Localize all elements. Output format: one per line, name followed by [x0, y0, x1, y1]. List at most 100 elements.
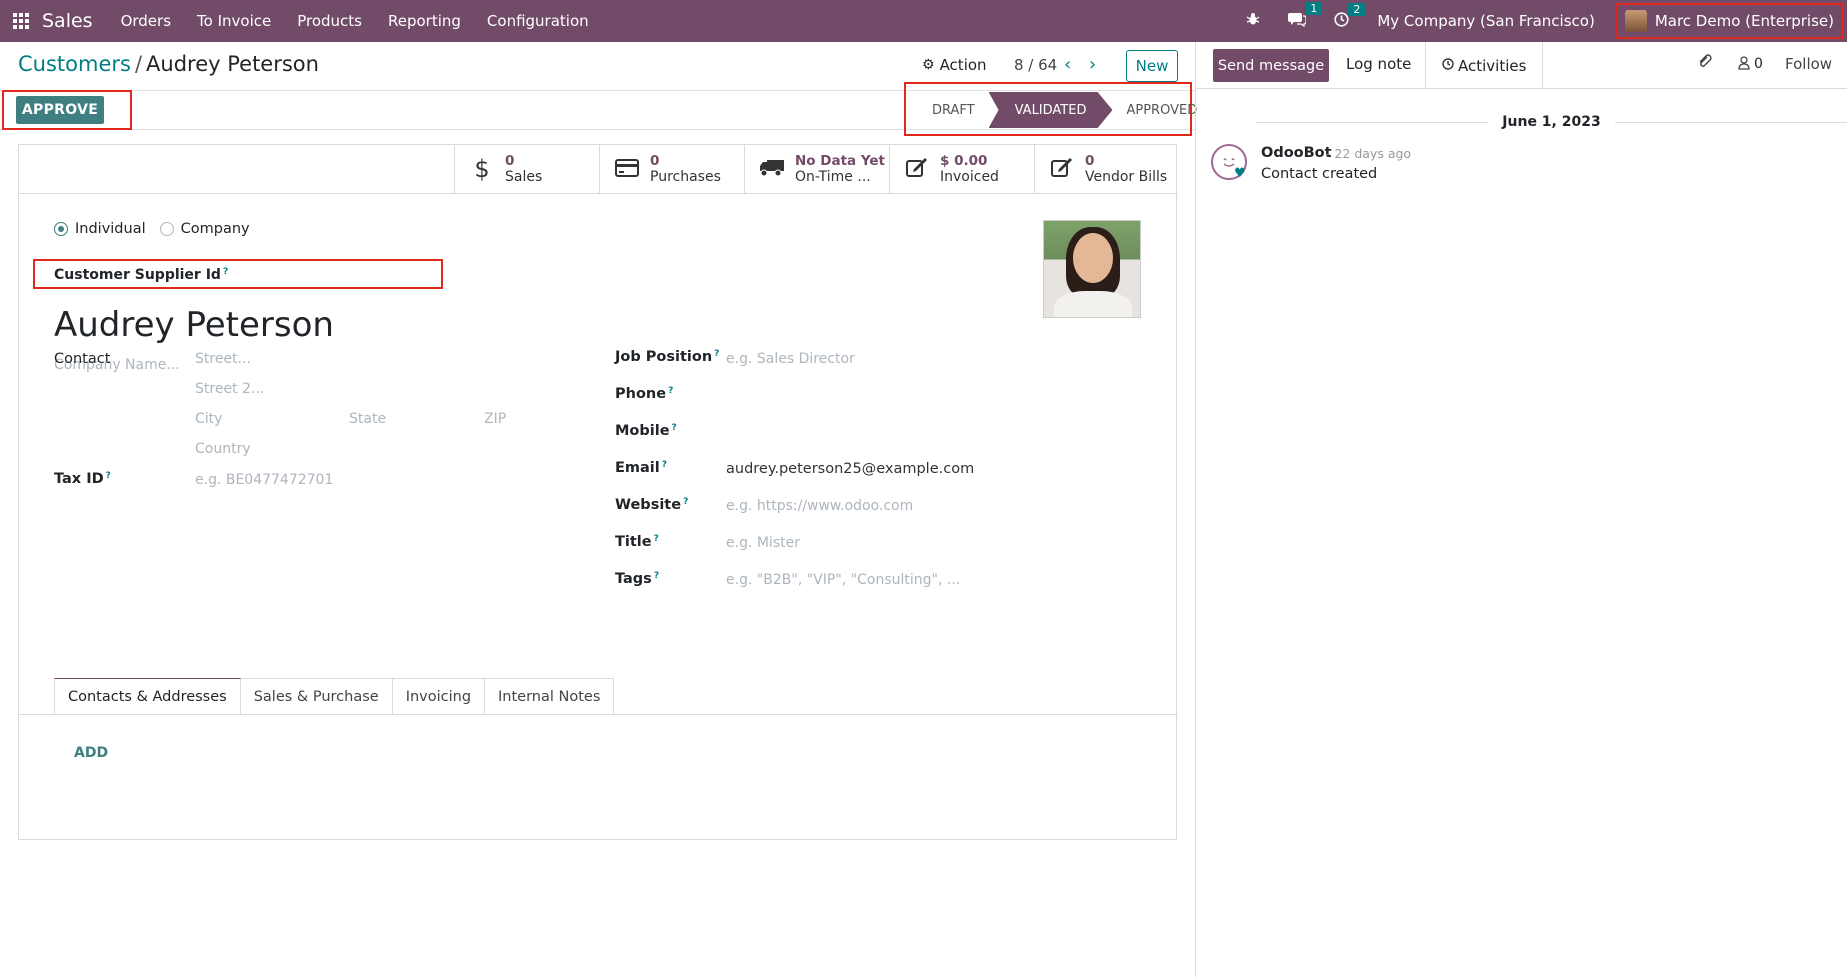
help-icon[interactable]: ?: [106, 471, 111, 481]
activities-badge: 2: [1348, 2, 1366, 16]
sales-label: Sales: [505, 169, 543, 185]
activities-button[interactable]: Activities: [1425, 42, 1544, 89]
city-input[interactable]: City: [195, 411, 222, 427]
on-time-value: No Data Yet: [795, 153, 885, 169]
heart-icon: ♥: [1234, 166, 1246, 181]
on-time-label: On-Time ...: [795, 169, 871, 185]
pager-value[interactable]: 8 / 64: [1014, 56, 1057, 74]
email-input[interactable]: audrey.peterson25@example.com: [726, 461, 974, 477]
message-time: - 22 days ago: [1326, 146, 1412, 161]
breadcrumb-current: Audrey Peterson: [146, 52, 319, 76]
gear-icon: ⚙: [922, 57, 935, 73]
add-contact-button[interactable]: ADD: [74, 745, 108, 761]
country-select[interactable]: Country: [195, 441, 251, 457]
help-icon[interactable]: ?: [662, 460, 667, 470]
dollar-icon: $: [474, 155, 490, 183]
form-sheet: $ 0 Sales 0 Purchases No Data Yet On-Tim…: [18, 144, 1179, 840]
menu-orders[interactable]: Orders: [121, 12, 171, 30]
invoiced-smart-button[interactable]: $ 0.00 Invoiced: [889, 145, 1034, 193]
activities-clock-icon[interactable]: 2: [1334, 2, 1366, 31]
radio-individual[interactable]: [54, 222, 68, 236]
radio-company[interactable]: [159, 222, 174, 236]
chevron-right-icon[interactable]: ›: [1089, 54, 1096, 75]
followers-count[interactable]: 0: [1754, 56, 1763, 72]
website-label: Website?: [615, 497, 688, 513]
app-brand[interactable]: Sales: [42, 10, 93, 32]
chevron-left-icon[interactable]: ‹: [1064, 54, 1071, 75]
date-separator: June 1, 2023: [1196, 114, 1847, 130]
tags-label: Tags?: [615, 571, 659, 587]
status-validated[interactable]: VALIDATED: [988, 92, 1113, 128]
purchases-smart-button[interactable]: 0 Purchases: [599, 145, 744, 193]
help-icon[interactable]: ?: [683, 497, 688, 507]
mobile-label: Mobile?: [615, 423, 677, 439]
menu-reporting[interactable]: Reporting: [388, 12, 461, 30]
partner-name-input[interactable]: Audrey Peterson: [54, 305, 334, 345]
help-icon[interactable]: ?: [654, 534, 659, 544]
tab-sales-purchase[interactable]: Sales & Purchase: [239, 678, 393, 714]
log-note-button[interactable]: Log note: [1346, 55, 1411, 73]
job-position-input[interactable]: e.g. Sales Director: [726, 351, 855, 367]
contact-photo[interactable]: [1043, 220, 1141, 318]
paperclip-icon[interactable]: [1697, 54, 1713, 74]
tabs-divider: [19, 714, 1178, 715]
chatter-topbar-divider: [1196, 88, 1847, 89]
sales-smart-button[interactable]: $ 0 Sales: [454, 145, 599, 193]
radio-individual-label[interactable]: Individual: [75, 221, 146, 237]
tab-internal-notes[interactable]: Internal Notes: [484, 678, 615, 714]
breadcrumb: Customers / Audrey Peterson: [18, 52, 319, 76]
follow-button[interactable]: Follow: [1785, 55, 1832, 73]
messages-icon[interactable]: 1: [1288, 2, 1323, 31]
menu-to-invoice[interactable]: To Invoice: [197, 12, 271, 30]
purchases-label: Purchases: [650, 169, 721, 185]
tax-id-input[interactable]: e.g. BE0477472701: [195, 472, 333, 488]
user-menu[interactable]: Marc Demo (Enterprise): [1614, 3, 1844, 39]
edit-icon: [1049, 155, 1075, 183]
followers-icon[interactable]: [1738, 56, 1750, 74]
edit-icon: [904, 155, 930, 183]
approve-button[interactable]: APPROVE: [16, 96, 104, 124]
apps-menu-icon[interactable]: [0, 0, 42, 42]
job-position-text: Job Position: [615, 349, 713, 365]
street2-input[interactable]: Street 2...: [195, 381, 264, 397]
state-select[interactable]: State: [349, 411, 386, 427]
tax-id-text: Tax ID: [54, 471, 104, 487]
tags-input[interactable]: e.g. "B2B", "VIP", "Consulting", ...: [726, 572, 960, 588]
menu-configuration[interactable]: Configuration: [487, 12, 589, 30]
smart-buttons: $ 0 Sales 0 Purchases No Data Yet On-Tim…: [454, 145, 1179, 193]
user-name: Marc Demo (Enterprise): [1654, 12, 1834, 30]
zip-input[interactable]: ZIP: [484, 411, 506, 427]
website-text: Website: [615, 497, 682, 513]
customer-supplier-id-text: Customer Supplier Id: [54, 267, 221, 283]
bug-icon[interactable]: [1246, 12, 1260, 30]
street-input[interactable]: Street...: [195, 351, 251, 367]
tab-invoicing[interactable]: Invoicing: [391, 678, 486, 714]
breadcrumb-customers[interactable]: Customers: [18, 52, 131, 76]
messages-badge: 1: [1305, 2, 1323, 15]
menu-products[interactable]: Products: [297, 12, 362, 30]
tax-id-label: Tax ID?: [54, 471, 111, 487]
message-author[interactable]: OdooBot: [1261, 145, 1332, 161]
website-input[interactable]: e.g. https://www.odoo.com: [726, 498, 913, 514]
notebook-tabs: Contacts & Addresses Sales & Purchase In…: [54, 678, 615, 714]
send-message-button[interactable]: Send message: [1213, 49, 1329, 82]
message-date: June 1, 2023: [1502, 114, 1601, 130]
email-label: Email?: [615, 460, 667, 476]
title-select[interactable]: e.g. Mister: [726, 535, 800, 551]
help-icon[interactable]: ?: [223, 267, 228, 277]
help-icon[interactable]: ?: [714, 349, 719, 359]
radio-company-label[interactable]: Company: [181, 221, 250, 237]
tab-contacts-addresses[interactable]: Contacts & Addresses: [54, 678, 241, 714]
help-icon[interactable]: ?: [672, 423, 677, 433]
chatter-divider: [1195, 42, 1196, 977]
company-switcher[interactable]: My Company (San Francisco): [1377, 12, 1594, 30]
action-menu-button[interactable]: ⚙ Action: [922, 56, 987, 74]
sales-count: 0: [505, 153, 515, 169]
top-navbar: Sales Orders To Invoice Products Reporti…: [0, 0, 1847, 42]
status-draft[interactable]: DRAFT: [918, 92, 989, 128]
help-icon[interactable]: ?: [668, 386, 673, 396]
vendor-bills-smart-button[interactable]: 0 Vendor Bills: [1034, 145, 1179, 193]
on-time-smart-button[interactable]: No Data Yet On-Time ...: [744, 145, 889, 193]
help-icon[interactable]: ?: [654, 571, 659, 581]
new-button[interactable]: New: [1126, 50, 1178, 82]
